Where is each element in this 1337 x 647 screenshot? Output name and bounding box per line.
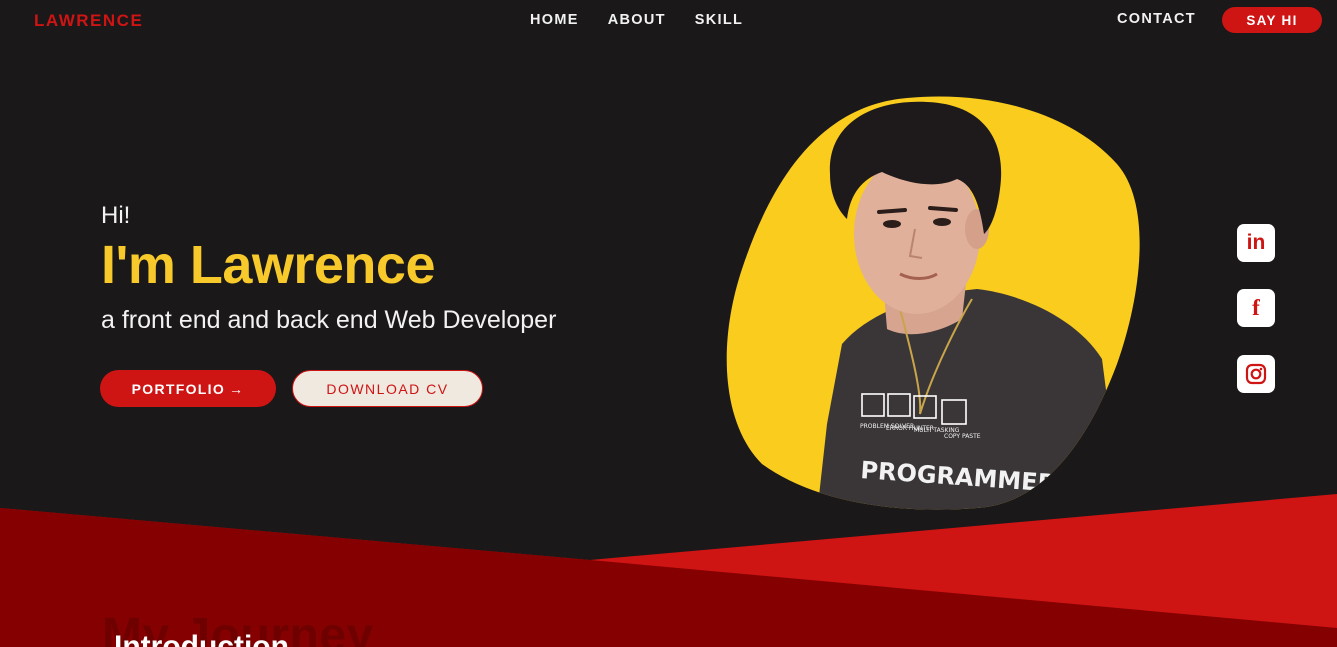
facebook-button[interactable]: f	[1237, 289, 1275, 327]
linkedin-icon: in	[1246, 231, 1266, 254]
say-hi-button[interactable]: SAY HI	[1222, 7, 1322, 33]
instagram-button[interactable]	[1237, 355, 1275, 393]
nav-skill-link[interactable]: SKILL	[695, 12, 743, 28]
nav-home-link[interactable]: HOME	[530, 12, 579, 28]
site-logo[interactable]: LAWRENCE	[34, 11, 143, 31]
arrow-right-icon: →	[229, 380, 245, 397]
portfolio-button-label: PORTFOLIO	[131, 380, 226, 397]
top-nav: LAWRENCE HOME ABOUT SKILL CONTACT SAY HI	[0, 0, 1337, 42]
nav-links: HOME ABOUT SKILL	[530, 12, 743, 28]
facebook-icon: f	[1252, 295, 1260, 320]
nav-contact-link[interactable]: CONTACT	[1117, 11, 1196, 27]
hero-greeting: Hi!	[101, 202, 131, 229]
svg-text:COPY PASTE: COPY PASTE	[944, 433, 981, 440]
linkedin-button[interactable]: in	[1237, 224, 1275, 262]
download-cv-button[interactable]: DOWNLOAD CV	[292, 370, 483, 407]
portfolio-button[interactable]: PORTFOLIO →	[100, 370, 276, 407]
section-heading: Introduction	[114, 630, 289, 647]
nav-about-link[interactable]: ABOUT	[608, 12, 666, 28]
portrait: PROGRAMMER PROBLEM SOLVER ERROR HUNTER M…	[726, 96, 1140, 510]
hero-name: I'm Lawrence	[101, 235, 435, 295]
instagram-icon	[1245, 363, 1267, 385]
hero-tagline: a front end and back end Web Developer	[101, 306, 557, 334]
